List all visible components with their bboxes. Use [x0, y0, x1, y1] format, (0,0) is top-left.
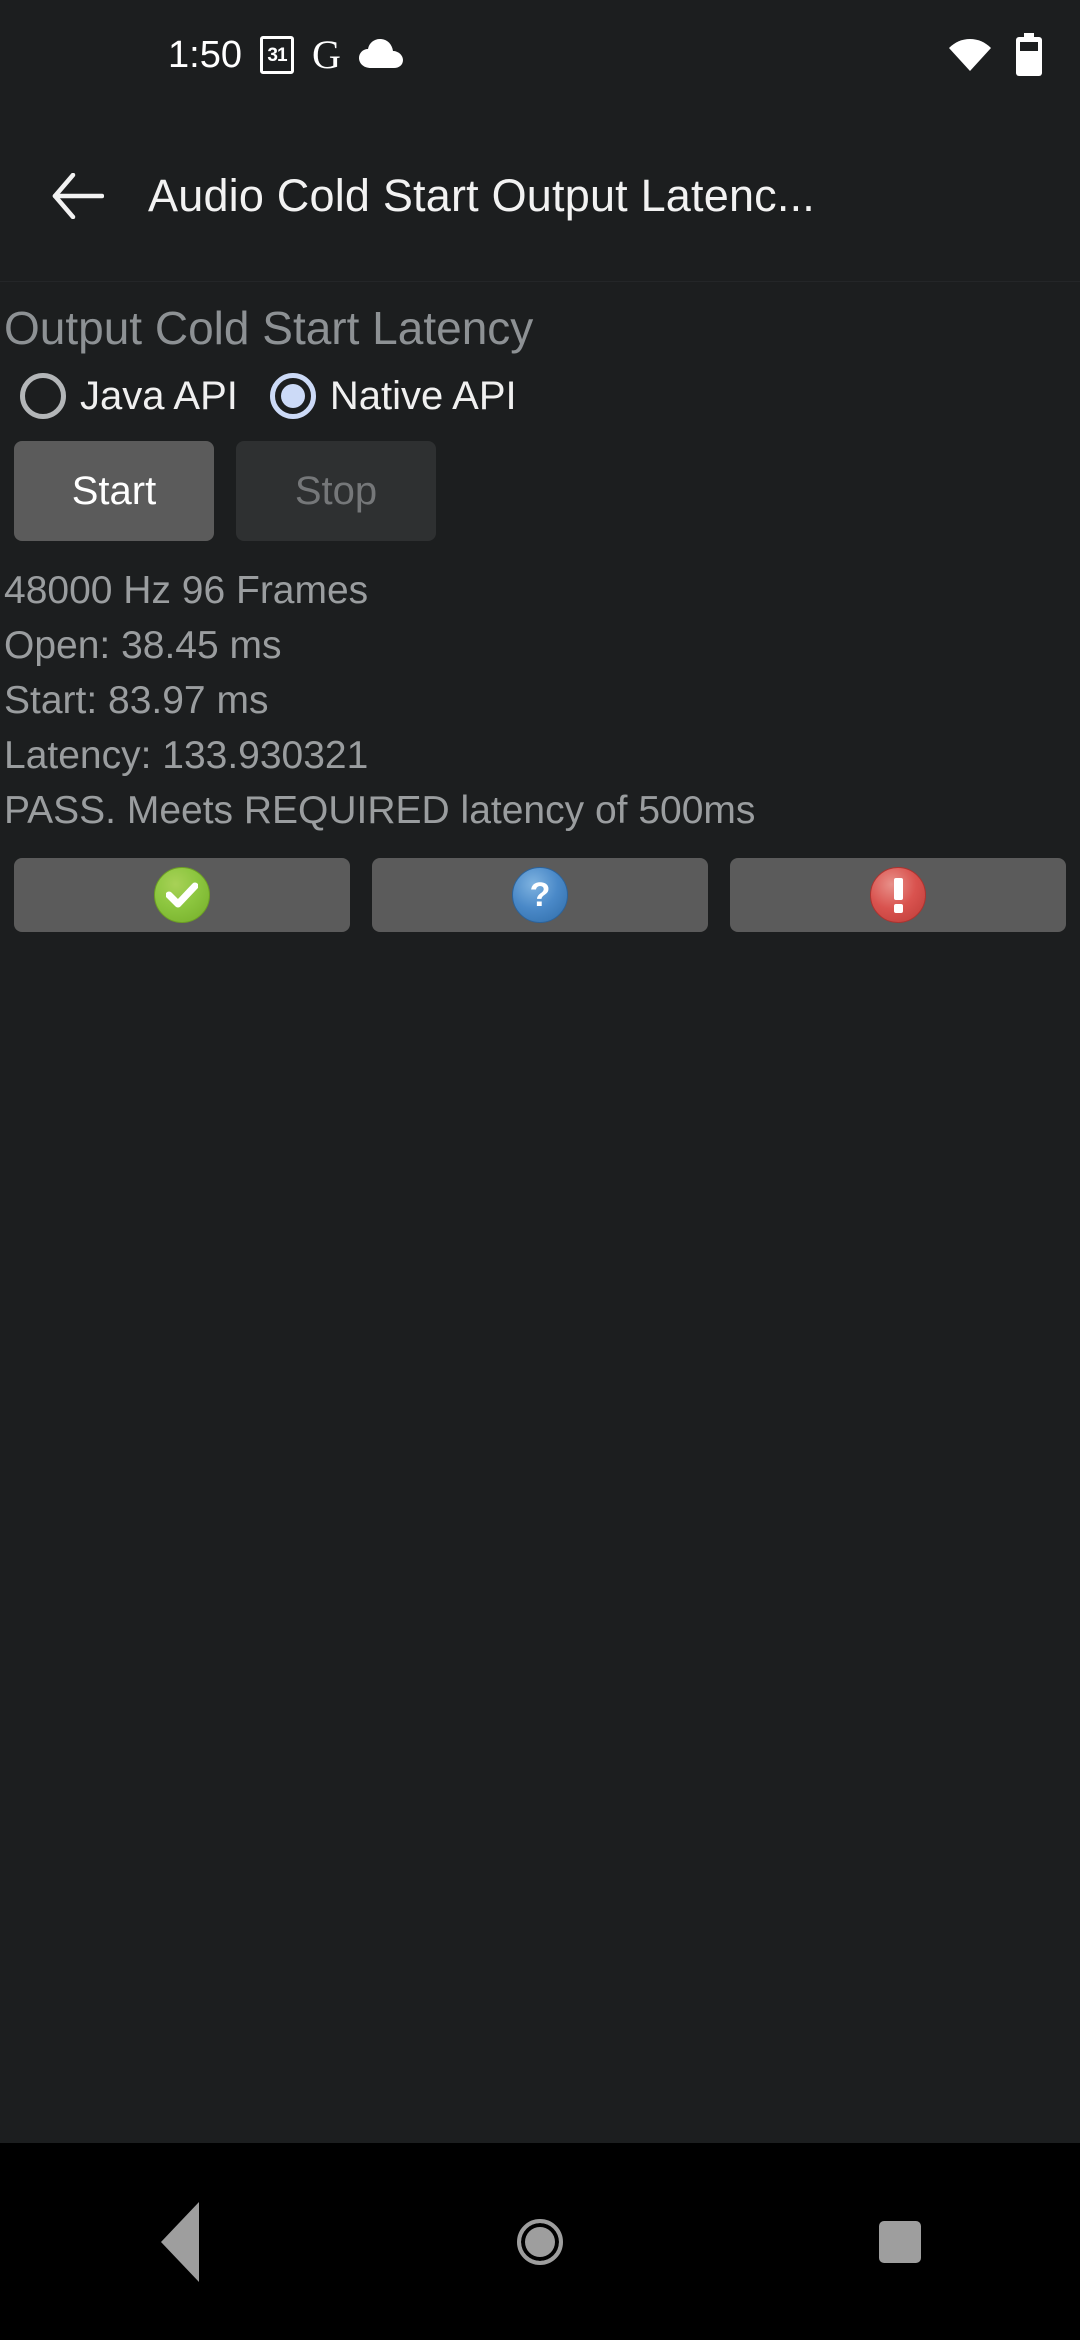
radio-native-api-icon[interactable]	[269, 373, 316, 419]
page-title: Audio Cold Start Output Latenc...	[148, 169, 815, 221]
help-button[interactable]: ?	[372, 858, 708, 932]
status-bar: 1:50 31 G	[0, 0, 1080, 110]
start-button[interactable]: Start	[14, 441, 214, 541]
check-circle-icon	[154, 867, 210, 923]
battery-icon	[1014, 33, 1044, 77]
cloud-icon	[358, 38, 403, 72]
nav-home-button[interactable]	[450, 2172, 630, 2312]
radio-selected-dot	[280, 384, 305, 408]
result-line-verdict: PASS. Meets REQUIRED latency of 500ms	[4, 789, 756, 832]
recents-nav-icon	[879, 2220, 921, 2263]
question-circle-icon: ?	[512, 867, 568, 923]
result-action-buttons: ?	[0, 838, 1080, 932]
radio-option-java-api[interactable]: Java API	[4, 373, 254, 419]
results-text-block: 48000 Hz 96 Frames Open: 38.45 ms Start:…	[0, 541, 1080, 838]
nav-recents-button[interactable]	[810, 2172, 990, 2312]
exclamation-glyph	[893, 877, 903, 913]
home-nav-icon	[517, 2218, 563, 2265]
google-icon: G	[311, 32, 341, 77]
status-clock: 1:50	[168, 34, 242, 76]
wifi-icon	[948, 38, 992, 72]
result-line-latency: Latency: 133.930321	[4, 734, 369, 777]
pass-button[interactable]	[14, 858, 350, 932]
result-line-open: Open: 38.45 ms	[4, 624, 282, 667]
status-bar-right	[948, 33, 1044, 77]
section-title: Output Cold Start Latency	[4, 302, 534, 354]
back-button[interactable]	[30, 148, 126, 244]
main-content: Output Cold Start Latency Java API Nativ…	[0, 283, 1080, 2143]
calendar-day-number: 31	[267, 44, 287, 66]
system-navigation-bar	[0, 2143, 1080, 2340]
radio-option-native-api[interactable]: Native API	[254, 373, 533, 419]
phone-screen: 1:50 31 G Audio Cold Start Output Latenc…	[0, 0, 1080, 2340]
status-bar-left: 1:50 31 G	[168, 35, 403, 75]
back-nav-icon	[161, 2201, 199, 2282]
result-line-sample-rate: 48000 Hz 96 Frames	[4, 569, 369, 612]
radio-java-api-label: Java API	[80, 373, 238, 418]
radio-java-api-icon[interactable]	[20, 373, 66, 419]
back-arrow-icon	[52, 172, 104, 219]
nav-back-button[interactable]	[90, 2172, 270, 2312]
transport-buttons: Start Stop	[0, 419, 1080, 541]
calendar-icon: 31	[259, 36, 294, 74]
api-radio-group: Java API Native API	[0, 355, 1080, 419]
warning-circle-icon	[870, 867, 926, 923]
fail-button[interactable]	[730, 858, 1066, 932]
result-line-start: Start: 83.97 ms	[4, 679, 269, 722]
app-bar: Audio Cold Start Output Latenc...	[0, 110, 1080, 282]
radio-native-api-label: Native API	[329, 373, 517, 418]
stop-button: Stop	[236, 441, 436, 541]
